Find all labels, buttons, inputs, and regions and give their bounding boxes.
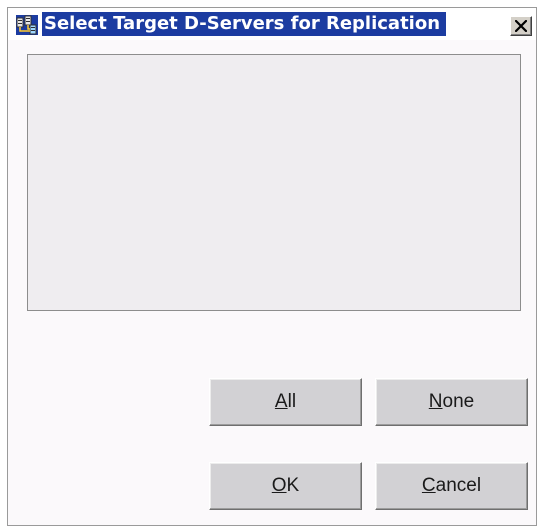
select-all-mnemonic: A [274,391,288,412]
select-none-label: one [442,391,475,412]
cancel-label: ancel [435,475,482,496]
close-button[interactable] [510,16,532,36]
target-server-list[interactable] [27,54,521,311]
ok-mnemonic: O [271,475,287,496]
select-none-mnemonic: N [428,391,443,412]
replication-target-dialog: Select Target D-Servers for Replication … [7,7,537,526]
cancel-button[interactable]: Cancel [375,462,528,510]
ok-button[interactable]: OK [209,462,362,510]
dialog-title: Select Target D-Servers for Replication [42,12,447,36]
select-none-button[interactable]: None [375,378,528,426]
close-x-icon [515,20,527,32]
title-bar[interactable]: Select Target D-Servers for Replication [8,8,536,40]
select-all-button[interactable]: All [209,378,362,426]
server-network-icon [16,15,38,35]
select-all-label: ll [287,391,297,412]
ok-label: K [286,475,300,496]
cancel-mnemonic: C [421,475,436,496]
